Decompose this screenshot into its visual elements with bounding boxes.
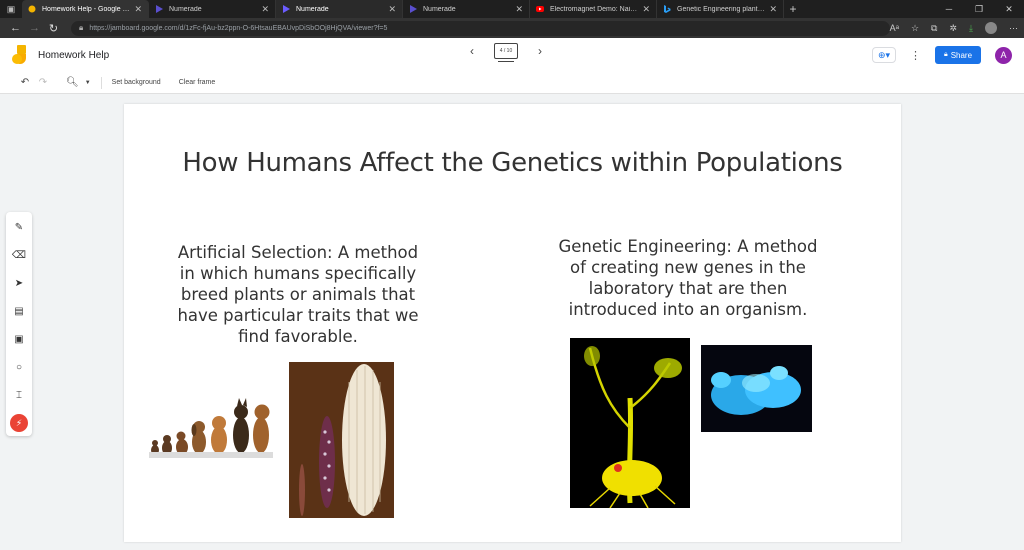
browser-action-icons: Aᵃ ☆ ⧉ ✲ ⤓ ⋯ bbox=[890, 22, 1018, 34]
image-icon[interactable]: ▣ bbox=[10, 330, 28, 348]
tab-homework-help[interactable]: Homework Help - Google Jamboard ✕ bbox=[22, 0, 149, 18]
lock-icon: 🔒︎ bbox=[943, 51, 948, 58]
share-button[interactable]: 🔒︎ Share bbox=[935, 46, 981, 64]
close-window-icon[interactable]: ✕ bbox=[994, 0, 1024, 18]
frame-counter-button[interactable]: 4 / 10 bbox=[494, 43, 518, 62]
close-tab-icon[interactable]: ✕ bbox=[769, 4, 777, 15]
close-tab-icon[interactable]: ✕ bbox=[261, 4, 269, 15]
url-text: https://jamboard.google.com/d/1zFc-fjAu-… bbox=[89, 24, 388, 32]
next-frame-icon[interactable]: › bbox=[538, 44, 542, 58]
tab-label: Numerade bbox=[423, 5, 456, 13]
close-tab-icon[interactable]: ✕ bbox=[134, 4, 142, 15]
document-title[interactable]: Homework Help bbox=[38, 50, 109, 61]
url-input[interactable]: 🔒︎ https://jamboard.google.com/d/1zFc-fj… bbox=[71, 20, 890, 36]
sticky-note-icon[interactable]: ▤ bbox=[10, 302, 28, 320]
close-tab-icon[interactable]: ✕ bbox=[515, 4, 523, 15]
jamboard-logo-icon bbox=[12, 45, 26, 64]
pen-icon[interactable]: ✎ bbox=[10, 218, 28, 236]
address-bar-row: ← → ↻ 🔒︎ https://jamboard.google.com/d/1… bbox=[0, 18, 1024, 38]
set-background-button[interactable]: Set background bbox=[112, 79, 161, 86]
read-aloud-icon[interactable]: Aᵃ bbox=[890, 23, 899, 33]
extensions-icon[interactable]: ✲ bbox=[949, 23, 957, 34]
jam-frame[interactable]: How Humans Affect the Genetics within Po… bbox=[124, 104, 901, 542]
collections-icon[interactable]: ⧉ bbox=[931, 23, 937, 34]
favorite-star-icon[interactable]: ☆ bbox=[911, 23, 919, 34]
close-tab-icon[interactable]: ✕ bbox=[388, 4, 396, 15]
share-label: Share bbox=[950, 50, 973, 60]
cast-icon: ⊕▾ bbox=[877, 49, 891, 60]
back-icon[interactable]: ← bbox=[6, 22, 25, 34]
tab-youtube[interactable]: Electromagnet Demo: Nail - YouTube ✕ bbox=[530, 0, 657, 18]
youtube-favicon-icon bbox=[536, 6, 544, 12]
avatar-letter: A bbox=[1000, 50, 1007, 60]
corn-evolution-image[interactable] bbox=[289, 362, 394, 518]
genetic-engineering-text: Genetic Engineering: A method of creatin… bbox=[558, 237, 818, 319]
more-options-icon[interactable]: ⋮ bbox=[910, 49, 921, 62]
circle-icon[interactable]: ○ bbox=[10, 358, 28, 376]
minimize-icon[interactable]: ─ bbox=[934, 0, 964, 18]
tab-numerade-2[interactable]: Numerade ✕ bbox=[276, 0, 403, 18]
jamboard-favicon-icon bbox=[28, 5, 36, 13]
tab-numerade-1[interactable]: Numerade ✕ bbox=[149, 0, 276, 18]
tab-label: Homework Help - Google Jamboard bbox=[42, 5, 130, 13]
frame-counter-text: 4 / 10 bbox=[499, 48, 513, 54]
frame-navigator: ‹ 4 / 10 › bbox=[470, 43, 542, 62]
jamboard-header: Homework Help ‹ 4 / 10 › ⊕▾ ⋮ 🔒︎ Share A bbox=[0, 38, 1024, 72]
redo-icon[interactable]: ↷ bbox=[34, 77, 52, 88]
artificial-selection-text: Artificial Selection: A method in which … bbox=[177, 243, 419, 346]
glowing-plant-image[interactable] bbox=[570, 338, 690, 508]
tab-label: Numerade bbox=[169, 5, 202, 13]
numerade-favicon-icon bbox=[283, 5, 290, 13]
numerade-favicon-icon bbox=[410, 5, 417, 13]
header-actions: ⊕▾ ⋮ 🔒︎ Share A bbox=[872, 46, 1012, 64]
present-button[interactable]: ⊕▾ bbox=[872, 47, 896, 63]
previous-frame-icon[interactable]: ‹ bbox=[470, 44, 474, 58]
tab-label: Electromagnet Demo: Nail - YouTube bbox=[550, 5, 638, 13]
bing-favicon-icon bbox=[664, 5, 671, 13]
avatar[interactable]: A bbox=[995, 46, 1012, 64]
text-box-icon[interactable]: ⌶ bbox=[10, 386, 28, 404]
window-menu-icon[interactable]: ▣ bbox=[0, 0, 22, 18]
edit-toolbar: ↶ ↷ 🔍︎ ▼ Set background Clear frame bbox=[0, 72, 1024, 94]
zoom-control[interactable]: 🔍︎ ▼ bbox=[66, 77, 91, 88]
numerade-favicon-icon bbox=[156, 5, 163, 13]
undo-icon[interactable]: ↶ bbox=[16, 77, 34, 88]
fluorescent-mice-image[interactable] bbox=[701, 345, 812, 432]
tool-rail: ✎ ⌫ ➤ ▤ ▣ ○ ⌶ ⚡︎ bbox=[6, 212, 32, 436]
tab-numerade-3[interactable]: Numerade ✕ bbox=[403, 0, 530, 18]
toolbar-divider bbox=[100, 76, 102, 89]
select-icon[interactable]: ➤ bbox=[10, 274, 28, 292]
reload-icon[interactable]: ↻ bbox=[44, 22, 63, 35]
browser-tab-strip: ▣ Homework Help - Google Jamboard ✕ Nume… bbox=[0, 0, 1024, 18]
restore-icon[interactable]: ❐ bbox=[964, 0, 994, 18]
eraser-icon[interactable]: ⌫ bbox=[10, 246, 28, 264]
new-tab-icon[interactable]: + bbox=[784, 0, 802, 18]
forward-icon[interactable]: → bbox=[25, 22, 44, 34]
tab-label: Numerade bbox=[296, 5, 329, 13]
chevron-down-icon: ▼ bbox=[84, 79, 91, 86]
laser-icon[interactable]: ⚡︎ bbox=[10, 414, 28, 432]
dog-breeds-image[interactable] bbox=[149, 390, 273, 458]
tab-bing[interactable]: Genetic Engineering plants - Bing ✕ bbox=[657, 0, 784, 18]
close-tab-icon[interactable]: ✕ bbox=[642, 4, 650, 15]
downloads-icon[interactable]: ⤓ bbox=[969, 23, 973, 34]
tab-label: Genetic Engineering plants - Bing bbox=[677, 5, 766, 13]
clear-frame-button[interactable]: Clear frame bbox=[179, 79, 216, 86]
window-controls: ─ ❐ ✕ bbox=[934, 0, 1024, 18]
slide-title: How Humans Affect the Genetics within Po… bbox=[182, 148, 843, 178]
browser-menu-icon[interactable]: ⋯ bbox=[1009, 23, 1018, 34]
profile-icon[interactable] bbox=[985, 22, 997, 34]
lock-icon: 🔒︎ bbox=[79, 23, 84, 32]
zoom-icon: 🔍︎ bbox=[66, 77, 79, 88]
